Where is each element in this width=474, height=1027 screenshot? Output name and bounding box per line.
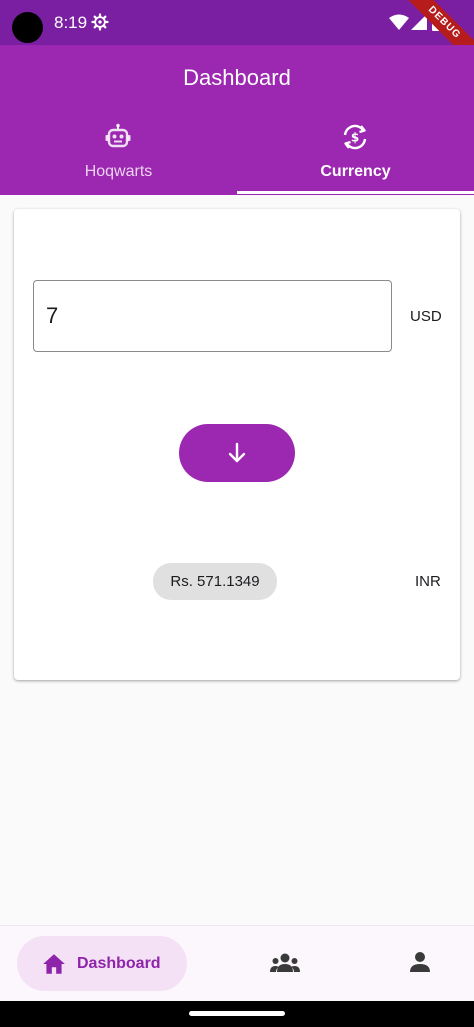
wifi-icon [389,14,409,30]
camera-cutout [12,12,43,43]
tab-bar: Hoqwarts $ Currency [0,117,474,195]
home-icon [43,954,65,974]
svg-text:$: $ [351,131,359,145]
tab-label: Hoqwarts [84,163,153,180]
gesture-navigation-area [0,1001,474,1027]
page-title: Dashboard [183,65,291,90]
currency-exchange-icon: $ [343,124,367,150]
person-icon[interactable] [408,950,432,974]
robot-icon [105,123,131,148]
converter-card: USD Rs. 571.1349 INR [14,209,460,680]
from-currency-label: USD [410,308,442,325]
status-bar: 8:19 DEBUG [0,0,474,72]
amount-input[interactable] [33,280,392,352]
tab-label: Currency [320,163,391,180]
tab-hoqwarts[interactable]: Hoqwarts [0,117,237,195]
arrow-down-icon [228,442,246,463]
status-time: 8:19 [54,13,88,32]
gear-icon [91,13,109,31]
tab-indicator [237,191,474,194]
app-screen: 8:19 DEBUG Dashboard Hoqwarts $ Currency… [0,0,474,1027]
to-currency-label: INR [415,573,441,590]
convert-button[interactable] [179,424,295,482]
group-icon[interactable] [270,952,300,974]
nav-item-label: Dashboard [77,955,161,972]
gesture-handle[interactable] [189,1011,285,1016]
app-bar: Dashboard Hoqwarts $ Currency [0,45,474,195]
tab-currency[interactable]: $ Currency [237,117,474,195]
nav-item-dashboard[interactable]: Dashboard [17,936,187,991]
bottom-navigation: Dashboard [0,925,474,1001]
result-chip: Rs. 571.1349 [153,563,277,600]
